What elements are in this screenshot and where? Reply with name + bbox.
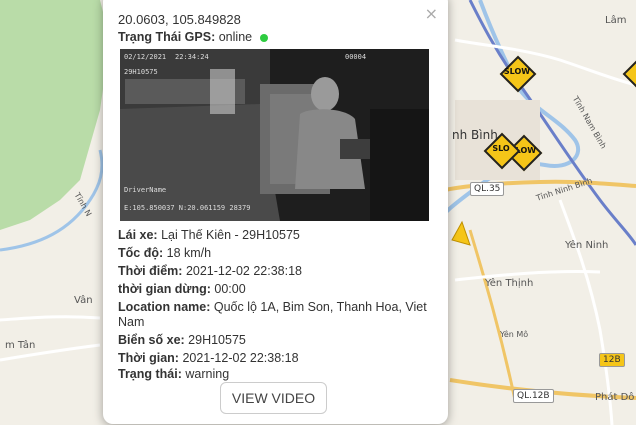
slow-sign-icon[interactable]: SLO bbox=[483, 132, 521, 170]
gps-online-indicator-icon bbox=[259, 33, 268, 42]
camera-snapshot[interactable]: 02/12/2021 22:34:24 00004 29H10575 Drive… bbox=[120, 49, 429, 221]
cam-gps: E:105.850037 N:20.061159 28379 bbox=[124, 204, 251, 212]
time-row: Thời điểm: 2021-12-02 22:38:18 bbox=[118, 264, 302, 278]
driver-label: Lái xe: bbox=[118, 228, 158, 242]
cam-driver: DriverName bbox=[124, 186, 167, 194]
driver-value: Lại Thế Kiên - 29H10575 bbox=[161, 228, 300, 242]
road-white-4 bbox=[454, 38, 636, 87]
plate-value: 29H10575 bbox=[188, 333, 246, 347]
road-label-ql12b-small: 12B bbox=[599, 353, 625, 367]
time-value: 2021-12-02 22:38:18 bbox=[185, 264, 303, 278]
map-label-lam: Lâm bbox=[605, 15, 627, 26]
time2-value: 2021-12-02 22:38:18 bbox=[182, 351, 299, 365]
slow-sign-icon[interactable]: SLOW bbox=[499, 55, 537, 93]
gps-status-row: Trạng Thái GPS: online bbox=[118, 30, 268, 44]
cam-time: 22:34:24 bbox=[175, 53, 209, 61]
slow-sign-icon[interactable] bbox=[622, 55, 636, 93]
road-white-1 bbox=[0, 315, 101, 322]
map-label-m-tan: m Tân bbox=[5, 340, 36, 351]
road-yellow-3 bbox=[468, 229, 517, 401]
gps-status-label: Trạng Thái GPS: bbox=[118, 30, 216, 44]
plate-label: Biển số xe: bbox=[118, 333, 185, 347]
coordinates: 20.0603, 105.849828 bbox=[118, 12, 241, 27]
view-video-button[interactable]: VIEW VIDEO bbox=[220, 382, 327, 414]
stop-time-row: thời gian dừng: 00:00 bbox=[118, 282, 246, 296]
road-label-ql35: QL.35 bbox=[470, 182, 505, 196]
gps-status-value: online bbox=[218, 30, 253, 44]
status-row: Trạng thái: warning bbox=[118, 367, 229, 381]
cam-channel: 00004 bbox=[345, 53, 367, 61]
map-label-phat-do: Phát Dô bbox=[595, 392, 635, 403]
road-label-ql12b: QL.12B bbox=[513, 389, 554, 403]
stop-time-value: 00:00 bbox=[214, 282, 246, 296]
map-label-yen-ninh: Yên Ninh bbox=[565, 240, 609, 251]
time-label: Thời điểm: bbox=[118, 264, 183, 278]
location-value-continued: Nam bbox=[118, 315, 145, 329]
speed-value: 18 km/h bbox=[166, 246, 212, 260]
camera-scene bbox=[120, 49, 429, 221]
map-label-van: Vân bbox=[74, 295, 93, 306]
driver-row: Lái xe: Lại Thế Kiên - 29H10575 bbox=[118, 228, 300, 242]
time2-row: Thời gian: 2021-12-02 22:38:18 bbox=[118, 351, 299, 365]
location-value: Quốc lộ 1A, Bim Son, Thanh Hoa, Viet bbox=[213, 300, 427, 314]
speed-row: Tốc độ: 18 km/h bbox=[118, 246, 211, 260]
stop-time-label: thời gian dừng: bbox=[118, 282, 211, 296]
warning-triangle bbox=[451, 220, 471, 246]
plate-row: Biển số xe: 29H10575 bbox=[118, 333, 246, 347]
map-label-yen-mo: Yên Mô bbox=[500, 330, 529, 339]
location-label: Location name: bbox=[118, 300, 211, 314]
map-view[interactable]: Lâm nh Bình Tĩnh Nam Bình Tỉnh Ninh Bình… bbox=[0, 0, 636, 425]
cam-date: 02/12/2021 bbox=[124, 53, 167, 61]
status-value: warning bbox=[185, 367, 230, 381]
location-row-continued: Nam bbox=[118, 315, 144, 329]
close-icon[interactable]: × bbox=[425, 4, 438, 23]
speed-label: Tốc độ: bbox=[118, 246, 164, 260]
time2-label: Thời gian: bbox=[118, 351, 179, 365]
location-row: Location name: Quốc lộ 1A, Bim Son, Than… bbox=[118, 300, 427, 314]
status-label: Trạng thái: bbox=[118, 367, 182, 381]
map-label-yen-thinh: Yên Thịnh bbox=[485, 278, 534, 289]
cam-plate: 29H10575 bbox=[124, 68, 158, 76]
vehicle-info-popup: × 20.0603, 105.849828 Trạng Thái GPS: on… bbox=[103, 0, 448, 424]
